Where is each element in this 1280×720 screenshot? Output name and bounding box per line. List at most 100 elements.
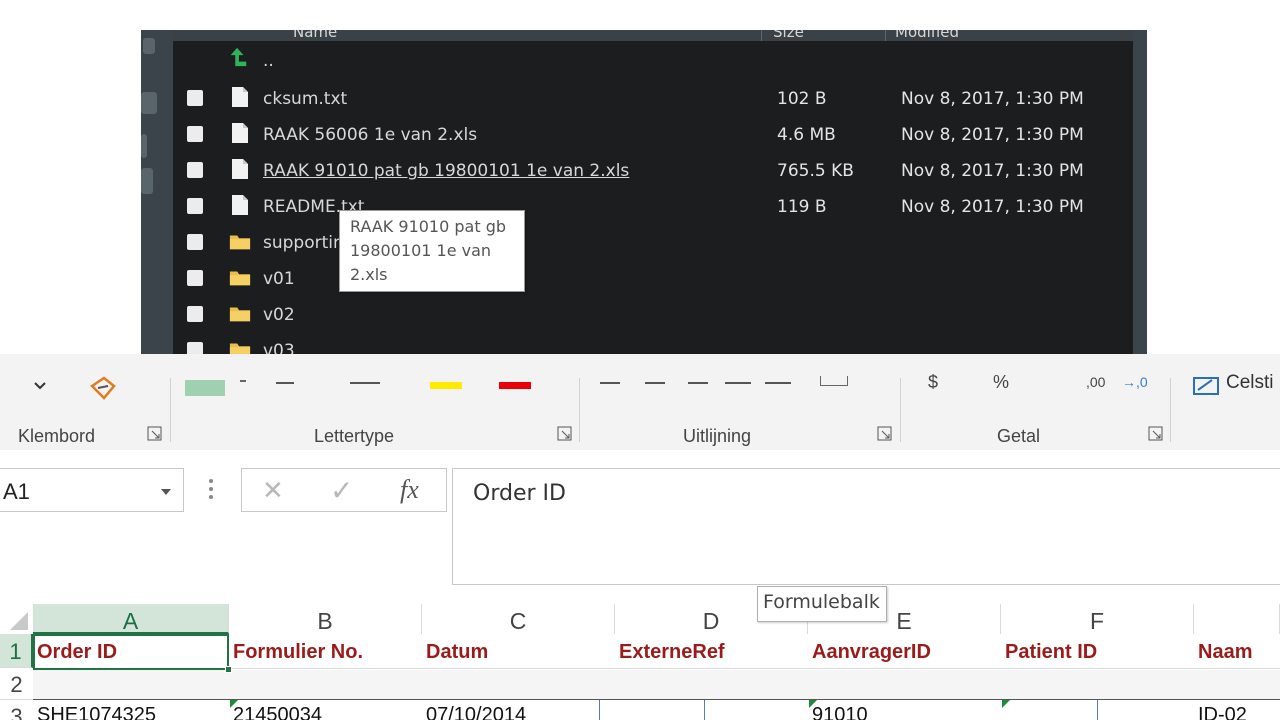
file-size: 119 B xyxy=(777,197,827,217)
merge-cells-icon[interactable] xyxy=(820,376,848,386)
folder-row[interactable]: supporting xyxy=(173,224,1133,260)
cell-c1[interactable]: Datum xyxy=(422,634,615,668)
enter-icon[interactable]: ✓ xyxy=(330,474,353,507)
column-header-f[interactable]: F xyxy=(1001,604,1194,634)
row-checkbox[interactable] xyxy=(187,234,203,250)
formula-bar-area: A1 ✕ ✓ fx Order ID xyxy=(0,450,1280,604)
row-checkbox[interactable] xyxy=(187,162,203,178)
cell-g3[interactable]: ID-02 xyxy=(1194,700,1280,720)
row-checkbox[interactable] xyxy=(187,270,203,286)
align-icon[interactable] xyxy=(600,382,620,384)
file-row[interactable]: README.txt 119 B Nov 8, 2017, 1:30 PM xyxy=(173,188,1133,224)
file-name[interactable]: RAAK 56006 1e van 2.xls xyxy=(263,125,477,145)
fill-handle[interactable] xyxy=(225,666,232,673)
cell-styles-label[interactable]: Celsti xyxy=(1226,372,1274,394)
file-browser-scrollbar[interactable] xyxy=(1133,30,1147,354)
file-row[interactable]: RAAK 91010 pat gb 19800101 1e van 2.xls … xyxy=(173,152,1133,188)
align-icon[interactable] xyxy=(725,382,751,384)
highlight-color-swatch[interactable] xyxy=(430,382,462,389)
tooltip-line: 19800101 1e van xyxy=(350,241,492,260)
error-indicator-icon xyxy=(230,700,238,708)
row-header-3[interactable]: 3 xyxy=(0,700,33,720)
cell-g1[interactable]: Naam xyxy=(1194,634,1280,668)
column-header-a[interactable]: A xyxy=(33,604,229,634)
align-icon[interactable] xyxy=(688,382,708,384)
file-icon xyxy=(232,159,248,179)
tooltip-line: 2.xls xyxy=(350,265,388,284)
font-color-swatch[interactable] xyxy=(499,382,531,389)
file-name[interactable]: RAAK 91010 pat gb 19800101 1e van 2.xls xyxy=(263,161,629,181)
chevron-down-icon[interactable] xyxy=(161,489,171,495)
formula-input[interactable]: Order ID xyxy=(452,468,1280,585)
file-row[interactable]: cksum.txt 102 B Nov 8, 2017, 1:30 PM xyxy=(173,80,1133,116)
percent-icon[interactable]: % xyxy=(993,372,1009,393)
cell-d1[interactable]: ExterneRef xyxy=(615,634,808,668)
border-icon[interactable] xyxy=(276,382,294,384)
file-name[interactable]: cksum.txt xyxy=(263,89,347,109)
column-header-size[interactable]: Size xyxy=(773,30,804,41)
dialog-launcher-icon[interactable] xyxy=(1148,426,1163,441)
cell-e1[interactable]: AanvragerID xyxy=(808,634,1001,668)
align-icon[interactable] xyxy=(645,382,665,384)
cell-d3[interactable] xyxy=(599,700,704,720)
name-box[interactable]: A1 xyxy=(0,468,184,512)
folder-name[interactable]: v01 xyxy=(263,269,295,289)
tooltip-line: RAAK 91010 pat gb xyxy=(350,217,506,236)
insert-function-icon[interactable]: fx xyxy=(400,475,419,505)
column-header-c[interactable]: C xyxy=(422,604,615,634)
dialog-launcher-icon[interactable] xyxy=(147,426,162,441)
cell-a3[interactable]: SHE1074325 xyxy=(33,700,229,720)
parent-directory-row[interactable]: .. xyxy=(173,42,1133,78)
folder-row[interactable]: v01 xyxy=(173,260,1133,296)
row-checkbox[interactable] xyxy=(187,198,203,214)
cell-f1[interactable]: Patient ID xyxy=(1001,634,1194,668)
chevron-down-icon[interactable] xyxy=(32,380,48,392)
folder-row[interactable]: v02 xyxy=(173,296,1133,332)
file-browser-left-sidebar xyxy=(141,30,173,354)
folder-name[interactable]: v03 xyxy=(263,341,295,354)
dialog-launcher-icon[interactable] xyxy=(877,426,892,441)
file-browser-window: Name Size Modified .. cksum.txt 102 B No… xyxy=(141,30,1147,354)
row-header-2[interactable]: 2 xyxy=(0,668,33,700)
folder-name[interactable]: v02 xyxy=(263,305,295,325)
file-icon xyxy=(232,123,248,143)
cell-f3[interactable] xyxy=(1001,700,1097,720)
up-arrow-icon xyxy=(230,47,247,67)
format-painter-icon[interactable] xyxy=(88,374,120,402)
row-header-1[interactable]: 1 xyxy=(0,634,33,668)
align-icon[interactable] xyxy=(765,382,791,384)
decimal-decrease-icon[interactable]: →,0 xyxy=(1122,374,1148,390)
column-header-b[interactable]: B xyxy=(229,604,422,634)
folder-icon xyxy=(229,343,251,354)
cell-e3[interactable]: 91010 xyxy=(808,700,1001,720)
row-checkbox[interactable] xyxy=(187,306,203,322)
file-icon xyxy=(232,87,248,107)
currency-icon[interactable]: $ xyxy=(928,372,938,393)
cell-b1[interactable]: Formulier No. xyxy=(229,634,422,668)
fill-color-swatch[interactable] xyxy=(185,380,225,396)
cell-styles-icon[interactable] xyxy=(1192,374,1222,396)
file-list-header: Name Size Modified xyxy=(173,30,1133,41)
row-checkbox[interactable] xyxy=(187,126,203,142)
row-checkbox[interactable] xyxy=(187,342,203,354)
column-header-modified[interactable]: Modified xyxy=(895,30,959,41)
cancel-icon[interactable]: ✕ xyxy=(262,475,284,506)
cell-c3[interactable]: 07/10/2014 xyxy=(422,700,599,720)
folder-row[interactable]: v03 xyxy=(173,332,1133,354)
file-modified: Nov 8, 2017, 1:30 PM xyxy=(901,125,1084,145)
file-modified: Nov 8, 2017, 1:30 PM xyxy=(901,89,1084,109)
more-options-icon[interactable] xyxy=(208,478,214,500)
error-indicator-icon xyxy=(1002,700,1010,708)
column-header-g[interactable] xyxy=(1194,604,1280,634)
spreadsheet-grid[interactable]: A B C D E F 1 2 3 Order ID Formulier No.… xyxy=(0,604,1280,720)
file-row[interactable]: RAAK 56006 1e van 2.xls 4.6 MB Nov 8, 20… xyxy=(173,116,1133,152)
cell-b3[interactable]: 21450034 xyxy=(229,700,422,720)
select-all-corner[interactable] xyxy=(0,604,33,634)
ribbon: $ % ,00 →,0 Celsti Klembord Lettertype U… xyxy=(0,354,1280,450)
dialog-launcher-icon[interactable] xyxy=(557,426,572,441)
column-header-name[interactable]: Name xyxy=(293,30,337,41)
folder-icon xyxy=(229,307,251,322)
border-icon[interactable] xyxy=(350,382,380,384)
decimal-increase-icon[interactable]: ,00 xyxy=(1086,374,1105,390)
row-checkbox[interactable] xyxy=(187,90,203,106)
